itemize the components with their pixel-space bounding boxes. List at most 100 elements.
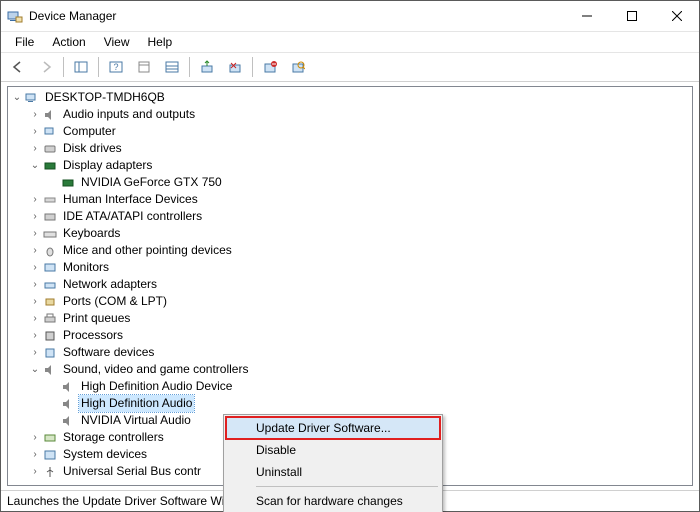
app-icon: [7, 8, 23, 24]
tree-item-hid[interactable]: › Human Interface Devices: [10, 191, 690, 208]
toolbar-separator: [252, 57, 253, 77]
expand-icon[interactable]: ›: [28, 140, 42, 157]
tree-label: Computer: [61, 123, 118, 140]
collapse-icon[interactable]: ⌄: [28, 157, 42, 174]
scan-hardware-button[interactable]: [285, 54, 311, 80]
ctx-uninstall[interactable]: Uninstall: [226, 461, 440, 483]
tree-item-print-queues[interactable]: › Print queues: [10, 310, 690, 327]
ports-icon: [42, 294, 58, 310]
ctx-separator: [256, 486, 438, 487]
view-list-button[interactable]: [159, 54, 185, 80]
menubar: File Action View Help: [1, 31, 699, 53]
tree-root[interactable]: ⌄ DESKTOP-TMDH6QB: [10, 89, 690, 106]
tree-label: Processors: [61, 327, 125, 344]
collapse-icon[interactable]: ⌄: [28, 361, 42, 378]
speaker-icon: [60, 396, 76, 412]
tree-item-software-devices[interactable]: › Software devices: [10, 344, 690, 361]
hid-icon: [42, 192, 58, 208]
tree-item-computer[interactable]: › Computer: [10, 123, 690, 140]
tree-label: Universal Serial Bus contr: [61, 463, 203, 480]
expand-icon[interactable]: ›: [28, 276, 42, 293]
toolbar: ?: [1, 53, 699, 82]
ctx-disable[interactable]: Disable: [226, 439, 440, 461]
tree-item-mice[interactable]: › Mice and other pointing devices: [10, 242, 690, 259]
menu-file[interactable]: File: [7, 33, 42, 51]
expand-icon[interactable]: ›: [28, 242, 42, 259]
tree-item-hda2-selected[interactable]: · High Definition Audio: [10, 395, 690, 412]
minimize-button[interactable]: [564, 1, 609, 31]
properties-button[interactable]: [131, 54, 157, 80]
expand-icon[interactable]: ›: [28, 259, 42, 276]
tree-item-ports[interactable]: › Ports (COM & LPT): [10, 293, 690, 310]
tree-item-processors[interactable]: › Processors: [10, 327, 690, 344]
menu-view[interactable]: View: [96, 33, 138, 51]
update-driver-button[interactable]: [194, 54, 220, 80]
expand-icon[interactable]: ›: [28, 344, 42, 361]
svg-text:?: ?: [113, 62, 118, 72]
close-button[interactable]: [654, 1, 699, 31]
tree-label: Ports (COM & LPT): [61, 293, 169, 310]
tree-item-audio-io[interactable]: › Audio inputs and outputs: [10, 106, 690, 123]
tree-item-disk-drives[interactable]: › Disk drives: [10, 140, 690, 157]
tree-label: Keyboards: [61, 225, 122, 242]
tree-item-sound-video-game[interactable]: ⌄ Sound, video and game controllers: [10, 361, 690, 378]
tree-item-monitors[interactable]: › Monitors: [10, 259, 690, 276]
tree-label: High Definition Audio: [79, 395, 194, 412]
expand-icon[interactable]: ›: [28, 429, 42, 446]
tree-label: NVIDIA Virtual Audio: [79, 412, 193, 429]
network-icon: [42, 277, 58, 293]
expand-icon[interactable]: ›: [28, 327, 42, 344]
window-buttons: [564, 1, 699, 31]
disable-button[interactable]: [257, 54, 283, 80]
tree-item-display-adapters[interactable]: ⌄ Display adapters: [10, 157, 690, 174]
tree-item-gtx750[interactable]: · NVIDIA GeForce GTX 750: [10, 174, 690, 191]
tree-item-hda1[interactable]: · High Definition Audio Device: [10, 378, 690, 395]
menu-action[interactable]: Action: [44, 33, 93, 51]
expand-icon[interactable]: ›: [28, 123, 42, 140]
tree-label: Sound, video and game controllers: [61, 361, 250, 378]
ctx-label: Disable: [256, 443, 296, 457]
ctx-label: Uninstall: [256, 465, 302, 479]
system-icon: [42, 447, 58, 463]
display-adapter-icon: [42, 158, 58, 174]
toolbar-separator: [189, 57, 190, 77]
tree-label: Monitors: [61, 259, 111, 276]
expand-icon[interactable]: ›: [28, 191, 42, 208]
tree-label: DESKTOP-TMDH6QB: [43, 89, 167, 106]
tree-label: Storage controllers: [61, 429, 166, 446]
ctx-label: Update Driver Software...: [256, 421, 391, 435]
back-button[interactable]: [5, 54, 31, 80]
collapse-icon[interactable]: ⌄: [10, 89, 24, 106]
forward-button[interactable]: [33, 54, 59, 80]
menu-help[interactable]: Help: [140, 33, 181, 51]
toolbar-separator: [63, 57, 64, 77]
tree-label: High Definition Audio Device: [79, 378, 234, 395]
device-manager-window: Device Manager File Action View Help ?: [0, 0, 700, 512]
maximize-button[interactable]: [609, 1, 654, 31]
uninstall-button[interactable]: [222, 54, 248, 80]
speaker-icon: [42, 362, 58, 378]
ctx-label: Scan for hardware changes: [256, 494, 403, 508]
expand-icon[interactable]: ›: [28, 208, 42, 225]
tree-item-keyboards[interactable]: › Keyboards: [10, 225, 690, 242]
display-adapter-icon: [60, 175, 76, 191]
ctx-update-driver[interactable]: Update Driver Software...: [226, 417, 440, 439]
show-hide-tree-button[interactable]: [68, 54, 94, 80]
storage-icon: [42, 430, 58, 446]
monitor-icon: [42, 260, 58, 276]
expand-icon[interactable]: ›: [28, 293, 42, 310]
tree-item-ide[interactable]: › IDE ATA/ATAPI controllers: [10, 208, 690, 225]
expand-icon[interactable]: ›: [28, 310, 42, 327]
expand-icon[interactable]: ›: [28, 463, 42, 480]
tree-label: Display adapters: [61, 157, 154, 174]
ctx-scan-hardware[interactable]: Scan for hardware changes: [226, 490, 440, 512]
expand-icon[interactable]: ›: [28, 106, 42, 123]
expand-icon[interactable]: ›: [28, 446, 42, 463]
tree-item-network[interactable]: › Network adapters: [10, 276, 690, 293]
speaker-icon: [42, 107, 58, 123]
titlebar: Device Manager: [1, 1, 699, 31]
keyboard-icon: [42, 226, 58, 242]
help-button[interactable]: ?: [103, 54, 129, 80]
speaker-icon: [60, 413, 76, 429]
expand-icon[interactable]: ›: [28, 225, 42, 242]
